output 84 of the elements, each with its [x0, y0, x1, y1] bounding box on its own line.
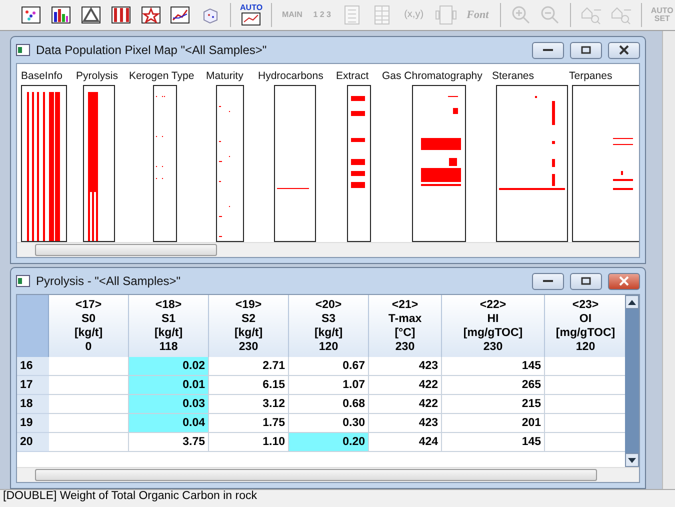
- status-text: [DOUBLE] Weight of Total Organic Carbon in rock: [3, 490, 257, 502]
- group-label: Steranes: [492, 70, 534, 82]
- up-arrow-icon: [628, 300, 636, 304]
- table-cell: 423: [369, 414, 442, 433]
- triangle-plot-icon: [80, 6, 101, 24]
- house-magnifier-icon: [580, 5, 602, 25]
- table-cell: 1.07: [289, 376, 369, 395]
- row-number: 20: [17, 433, 49, 452]
- group-label: Extract: [336, 70, 369, 82]
- table-cell: 422: [369, 395, 442, 414]
- minimize-icon: [543, 48, 553, 52]
- zoom-in-icon: [510, 5, 531, 25]
- table-cell: 0.01: [129, 376, 209, 395]
- table-cell: 3.12: [209, 395, 289, 414]
- table-cell: 201: [442, 414, 545, 433]
- column-header[interactable]: <17> S0 [kg/t] 0: [49, 295, 129, 358]
- row-number: 19: [17, 414, 49, 433]
- maximize-button[interactable]: [570, 42, 602, 58]
- group-label: Maturity: [206, 70, 244, 82]
- down-arrow-icon: [628, 458, 636, 462]
- table-cell: 422: [369, 376, 442, 395]
- group-label: Terpanes: [569, 70, 612, 82]
- maximize-button[interactable]: [570, 272, 602, 290]
- table-cell: 265: [442, 376, 545, 395]
- column-header[interactable]: <18> S1 [kg/t] 118: [129, 295, 209, 358]
- vertical-scrollbar[interactable]: [625, 295, 639, 467]
- table-cell: 0.03: [129, 395, 209, 414]
- window-icon: [16, 44, 30, 56]
- row-number: 16: [17, 357, 49, 376]
- table-cell: 2.71: [209, 357, 289, 376]
- list-icon: [344, 5, 360, 25]
- horizontal-scrollbar[interactable]: [17, 242, 639, 257]
- vertical-scrollbar[interactable]: [662, 31, 675, 489]
- strip-log-icon: [110, 6, 131, 24]
- table-cell: 145: [442, 433, 545, 452]
- table-corner: [17, 295, 49, 357]
- table-cell: 0.68: [289, 395, 369, 414]
- table-cell: 0.04: [129, 414, 209, 433]
- group-label: Kerogen Type: [129, 70, 194, 82]
- zoom-out-icon: [540, 5, 560, 25]
- row-number: 17: [17, 376, 49, 395]
- column-header[interactable]: <20> S3 [kg/t] 120: [289, 295, 369, 358]
- close-icon: [619, 276, 629, 286]
- maximize-icon: [581, 46, 591, 54]
- auto-chart-button[interactable]: AUTO: [238, 2, 264, 28]
- scatter-plot-icon: [20, 6, 41, 24]
- star-plot-icon: [140, 6, 161, 24]
- group-label: Gas Chromatography: [382, 70, 482, 82]
- minimize-icon: [543, 279, 553, 283]
- table-icon: [374, 5, 390, 25]
- table-cell: 0.20: [289, 433, 369, 452]
- house-magnifier-icon: [610, 5, 632, 25]
- group-label: Pyrolysis: [76, 70, 118, 82]
- frame-icon: [434, 5, 457, 25]
- table-cell: 423: [369, 357, 442, 376]
- maximize-icon: [581, 277, 591, 285]
- table-cell: 0.02: [129, 357, 209, 376]
- line-chart-icon: [170, 6, 190, 24]
- table-cell: 0.67: [289, 357, 369, 376]
- table-cell: 1.75: [209, 414, 289, 433]
- table-cell: 0.30: [289, 414, 369, 433]
- window-title: Data Population Pixel Map "<All Samples>": [36, 43, 268, 57]
- close-button[interactable]: [608, 272, 640, 290]
- table-cell: 145: [442, 357, 545, 376]
- column-header[interactable]: <19> S2 [kg/t] 230: [209, 295, 289, 358]
- close-icon: [619, 45, 629, 55]
- group-label: BaseInfo: [21, 70, 62, 82]
- minimize-button[interactable]: [532, 42, 564, 58]
- horizontal-scrollbar[interactable]: [17, 467, 639, 482]
- table-cell: 215: [442, 395, 545, 414]
- column-header[interactable]: <21> T-max [°C] 230: [369, 295, 442, 358]
- chart-icon: [241, 12, 262, 26]
- close-button[interactable]: [608, 42, 640, 58]
- bar-chart-icon: [50, 6, 71, 24]
- table-cell: 6.15: [209, 376, 289, 395]
- group-label: Hydrocarbons: [258, 70, 324, 82]
- table-cell: 3.75: [129, 433, 209, 452]
- minimize-button[interactable]: [532, 272, 564, 290]
- table-cell: 424: [369, 433, 442, 452]
- row-number: 18: [17, 395, 49, 414]
- window-title: Pyrolysis - "<All Samples>": [36, 274, 182, 288]
- column-header[interactable]: <22> HI [mg/gTOC] 230: [442, 295, 545, 358]
- window-icon: [16, 275, 30, 287]
- table-cell: 1.10: [209, 433, 289, 452]
